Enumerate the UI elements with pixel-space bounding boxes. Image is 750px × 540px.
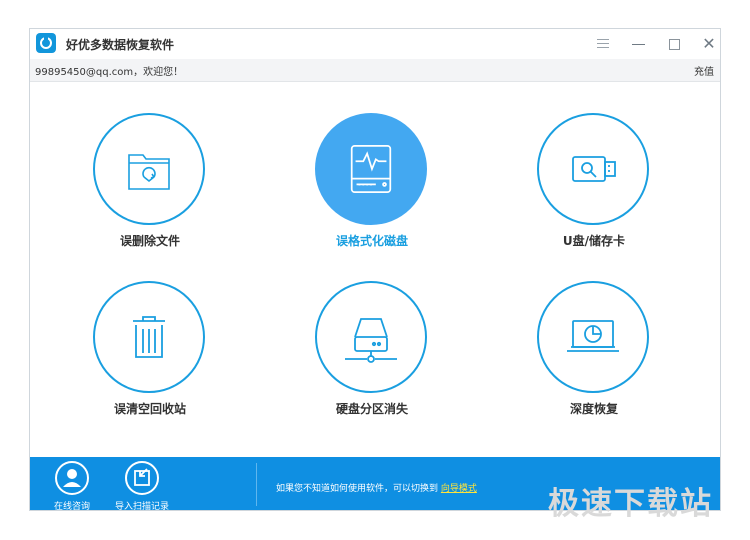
deep-recovery-laptop-icon [567, 320, 619, 352]
user-avatar-icon [55, 461, 89, 495]
recycle-bin-icon [133, 316, 165, 358]
tile-circle[interactable] [93, 281, 205, 393]
online-consult-label: 在线咨询 [53, 502, 90, 511]
tile-circle[interactable] [315, 113, 427, 225]
menu-icon[interactable] [591, 34, 615, 54]
minimize-icon[interactable] [627, 34, 651, 54]
guide-mode-link[interactable]: 向导模式 [441, 484, 477, 494]
tile-label: 误格式化磁盘 [335, 234, 408, 248]
title-bar: 好优多数据恢复软件 ✕ [30, 29, 720, 59]
app-logo-icon [36, 33, 56, 53]
usb-drive-icon [572, 156, 616, 182]
tile-circle[interactable] [93, 113, 205, 225]
import-scan-label: 导入扫描记录 [114, 502, 169, 511]
footer-tip-text: 如果您不知道如何使用软件，可以切换到 [276, 484, 439, 494]
tile-label: U盘/储存卡 [562, 234, 626, 248]
online-consult-button[interactable]: 在线咨询 [42, 461, 102, 511]
tile-circle[interactable] [537, 113, 649, 225]
tile-label: 误删除文件 [119, 234, 180, 248]
footer-tip: 如果您不知道如何使用软件，可以切换到 向导模式 [276, 481, 477, 494]
user-bar: 99895450@qq.com，欢迎您！ 充值 [30, 59, 720, 82]
tile-label: 误清空回收站 [113, 402, 186, 416]
recharge-link[interactable]: 充值 [694, 63, 714, 78]
tile-label: 硬盘分区消失 [335, 402, 408, 416]
tile-label: 深度恢复 [569, 402, 618, 416]
footer-divider [256, 463, 257, 506]
deleted-file-folder-icon [128, 154, 170, 190]
app-title: 好优多数据恢复软件 [66, 38, 175, 52]
app-window: 好优多数据恢复软件 ✕ 99895450@qq.com，欢迎您！ 充值 误删除文… [29, 28, 721, 511]
close-icon[interactable]: ✕ [697, 34, 720, 54]
import-scan-button[interactable]: 导入扫描记录 [112, 461, 172, 511]
user-greeting: 99895450@qq.com，欢迎您！ [35, 67, 184, 78]
maximize-icon[interactable] [662, 34, 686, 54]
import-icon [125, 461, 159, 495]
formatted-disk-icon [350, 144, 392, 194]
watermark-text: 极速下载站 [548, 486, 713, 522]
tile-circle[interactable] [315, 281, 427, 393]
hard-drive-partition-icon [345, 318, 397, 363]
tile-circle[interactable] [537, 281, 649, 393]
